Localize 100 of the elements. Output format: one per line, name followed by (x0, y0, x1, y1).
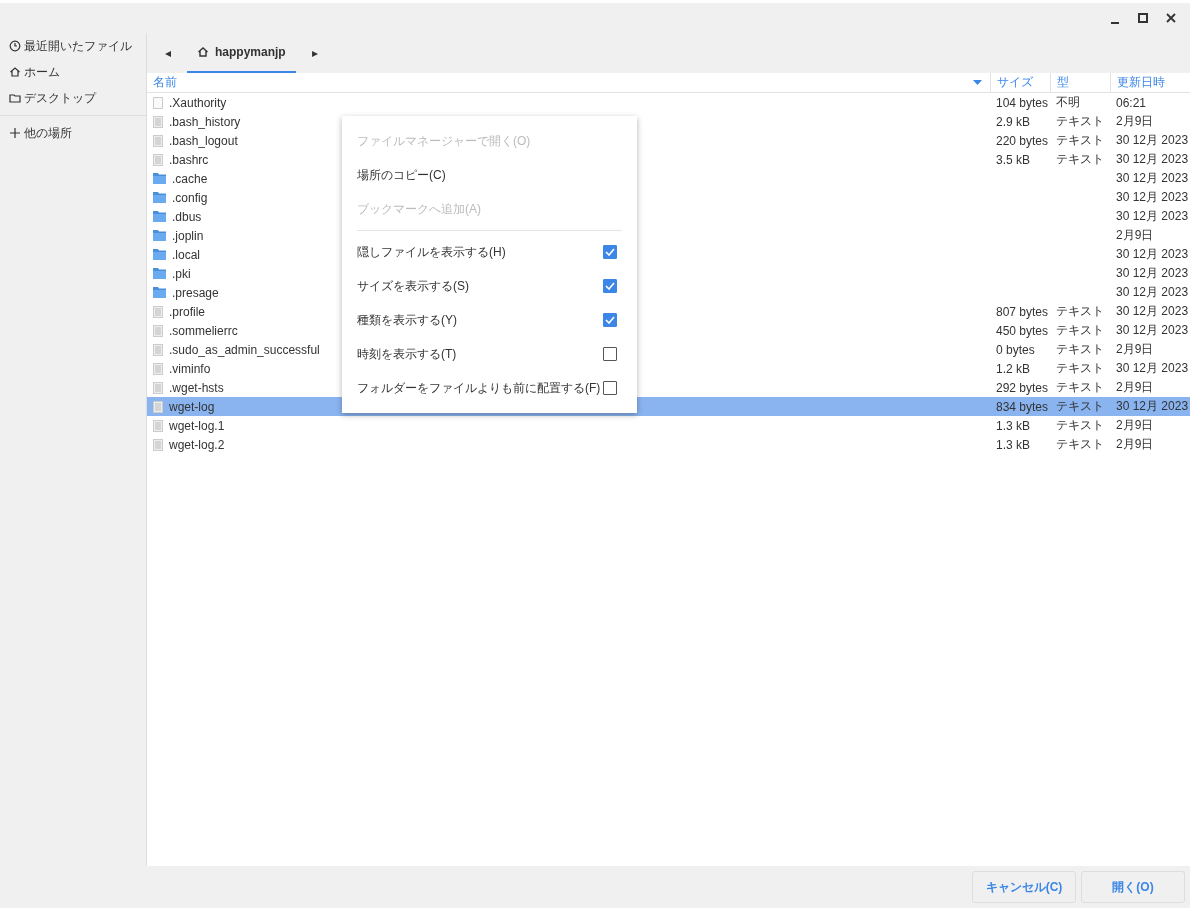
file-type: テキスト (1056, 322, 1104, 339)
menu-item[interactable]: 時刻を表示する(T) (342, 337, 637, 371)
file-name: .local (172, 247, 200, 262)
menu-label: 時刻を表示する(T) (357, 345, 457, 363)
menu-label: 種類を表示する(Y) (357, 311, 457, 329)
file-date: 2月9日 (1116, 379, 1154, 396)
text-file-icon (153, 400, 163, 413)
menu-label: 隠しファイルを表示する(H) (357, 243, 506, 261)
file-name: wget-log (169, 399, 215, 414)
file-date: 30 12月 2023 (1116, 170, 1189, 187)
file-size: 0 bytes (996, 342, 1035, 357)
file-size: 104 bytes (996, 95, 1049, 110)
sidebar-label: 他の場所 (24, 124, 72, 142)
file-name: .sommelierrc (169, 323, 238, 338)
sidebar-item[interactable]: 他の場所 (0, 120, 146, 146)
folder-icon (153, 249, 166, 260)
text-file-icon (153, 381, 163, 394)
text-file-icon (153, 362, 163, 375)
file-size: 2.9 kB (996, 114, 1031, 129)
folder-icon (153, 287, 166, 298)
file-size: 450 bytes (996, 323, 1049, 338)
file-name: .pki (172, 266, 191, 281)
file-icon (153, 96, 163, 109)
menu-item[interactable]: 種類を表示する(Y) (342, 303, 637, 337)
file-type: テキスト (1056, 436, 1104, 453)
file-date: 30 12月 2023 (1116, 398, 1189, 415)
file-size: 807 bytes (996, 304, 1049, 319)
checkbox[interactable] (603, 313, 617, 327)
file-date: 30 12月 2023 (1116, 151, 1189, 168)
checkbox[interactable] (603, 245, 617, 259)
file-size: 220 bytes (996, 133, 1049, 148)
text-file-icon (153, 324, 163, 337)
column-header[interactable]: 名前 (153, 74, 177, 91)
file-name: .dbus (172, 209, 202, 224)
sidebar-item[interactable]: デスクトップ (0, 85, 146, 111)
plus-icon (9, 127, 21, 139)
column-header[interactable]: サイズ (997, 74, 1033, 91)
maximize-icon (1138, 13, 1148, 23)
file-type: テキスト (1056, 151, 1104, 168)
close-icon (1166, 13, 1176, 23)
file-date: 30 12月 2023 (1116, 265, 1189, 282)
file-date: 30 12月 2023 (1116, 189, 1189, 206)
file-name: .config (172, 190, 208, 205)
folder-icon (153, 173, 166, 184)
sidebar-item[interactable]: ホーム (0, 59, 146, 85)
folder-icon (153, 192, 166, 203)
file-date: 30 12月 2023 (1116, 208, 1189, 225)
file-date: 2月9日 (1116, 113, 1154, 130)
file-date: 30 12月 2023 (1116, 303, 1189, 320)
forward-button[interactable]: ▸ (307, 46, 322, 60)
checkbox[interactable] (603, 381, 617, 395)
file-size: 1.2 kB (996, 361, 1031, 376)
sidebar-label: デスクトップ (24, 89, 96, 107)
text-file-icon (153, 134, 163, 147)
file-type: テキスト (1056, 360, 1104, 377)
file-date: 2月9日 (1116, 341, 1154, 358)
folder-icon (9, 92, 21, 104)
home-icon (9, 66, 21, 78)
file-date: 2月9日 (1116, 227, 1154, 244)
sidebar-item[interactable]: 最近開いたファイル (0, 33, 146, 59)
menu-item[interactable]: 場所のコピー(C) (342, 158, 637, 192)
text-file-icon (153, 343, 163, 356)
sidebar-label: ホーム (24, 63, 60, 81)
column-header[interactable]: 更新日時 (1117, 74, 1165, 91)
folder-icon (153, 230, 166, 241)
file-name: .presage (172, 285, 219, 300)
checkbox[interactable] (603, 279, 617, 293)
text-file-icon (153, 419, 163, 432)
menu-label: フォルダーをファイルよりも前に配置する(F) (357, 379, 601, 397)
file-date: 06:21 (1116, 95, 1147, 110)
file-name: .joplin (172, 228, 204, 243)
menu-item[interactable]: サイズを表示する(S) (342, 269, 637, 303)
minimize-icon (1110, 22, 1120, 24)
sort-icon (973, 80, 982, 85)
text-file-icon (153, 305, 163, 318)
menu-item[interactable]: 隠しファイルを表示する(H) (342, 235, 637, 269)
text-file-icon (153, 153, 163, 166)
file-name: .bash_history (169, 114, 241, 129)
file-type: テキスト (1056, 303, 1104, 320)
file-date: 2月9日 (1116, 417, 1154, 434)
file-type: テキスト (1056, 379, 1104, 396)
file-size: 1.3 kB (996, 418, 1031, 433)
file-size: 1.3 kB (996, 437, 1031, 452)
file-name: .sudo_as_admin_successful (169, 342, 320, 357)
folder-icon (153, 268, 166, 279)
checkbox[interactable] (603, 347, 617, 361)
file-date: 2月9日 (1116, 436, 1154, 453)
file-type: テキスト (1056, 341, 1104, 358)
file-date: 30 12月 2023 (1116, 322, 1189, 339)
file-size: 834 bytes (996, 399, 1049, 414)
file-size: 292 bytes (996, 380, 1049, 395)
file-name: .cache (172, 171, 208, 186)
file-name: .bash_logout (169, 133, 238, 148)
back-button[interactable]: ◂ (161, 46, 175, 60)
file-name: .profile (169, 304, 206, 319)
file-date: 30 12月 2023 (1116, 132, 1189, 149)
column-header[interactable]: 型 (1057, 74, 1069, 91)
text-file-icon (153, 115, 163, 128)
file-name: .Xauthority (169, 95, 227, 110)
file-type: テキスト (1056, 417, 1104, 434)
